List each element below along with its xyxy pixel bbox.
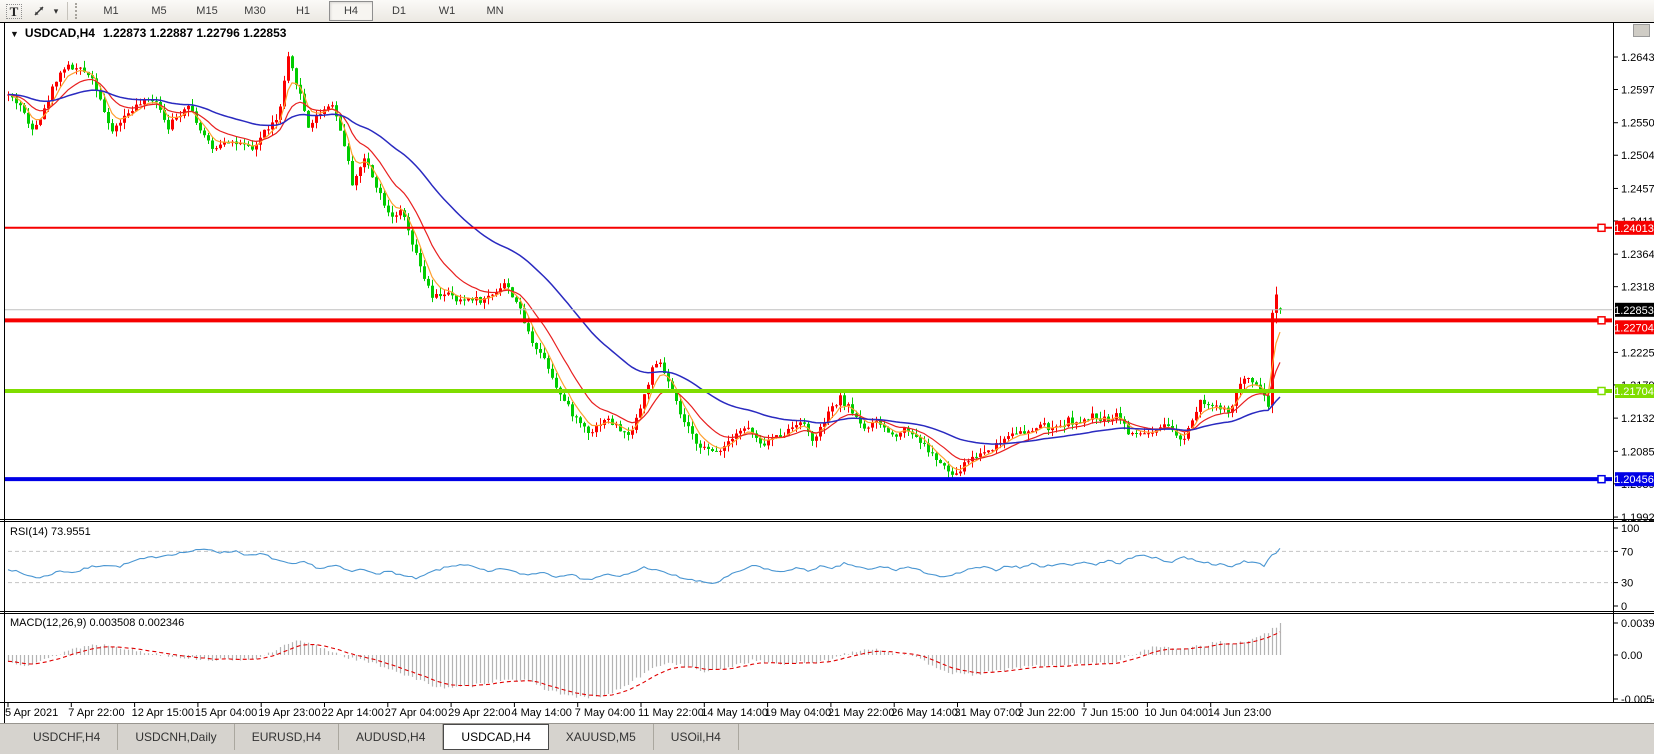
svg-text:12 Apr 15:00: 12 Apr 15:00: [132, 707, 194, 719]
text-tool-icon: T: [6, 4, 23, 19]
symbol-tab-usdcad-h4[interactable]: USDCAD,H4: [443, 724, 548, 750]
svg-text:7 May 04:00: 7 May 04:00: [575, 707, 636, 719]
chart-scroll-button[interactable]: [1633, 24, 1650, 37]
chart-tabs-bar: USDCHF,H4USDCNH,DailyEURUSD,H4AUDUSD,H4U…: [0, 723, 1654, 750]
svg-text:1.25040: 1.25040: [1621, 150, 1654, 162]
svg-text:0: 0: [1621, 601, 1627, 613]
symbol-tab-usdchf-h4[interactable]: USDCHF,H4: [16, 724, 118, 750]
svg-text:1.22250: 1.22250: [1621, 347, 1654, 359]
svg-text:14 Jun 23:00: 14 Jun 23:00: [1208, 707, 1272, 719]
top-toolbar: T ▾ M1M5M15M30H1H4D1W1MN: [0, 0, 1654, 22]
rsi-label: RSI(14) 73.9551: [10, 526, 91, 538]
svg-text:7 Jun 15:00: 7 Jun 15:00: [1081, 707, 1139, 719]
svg-text:1.26430: 1.26430: [1621, 52, 1654, 64]
timeframe-button-m15[interactable]: M15: [185, 1, 229, 21]
svg-text:31 May 07:00: 31 May 07:00: [955, 707, 1022, 719]
svg-text:0.00: 0.00: [1621, 650, 1642, 662]
chart-title: ▼ USDCAD,H4 1.22873 1.22887 1.22796 1.2285…: [10, 26, 286, 40]
svg-text:1.20850: 1.20850: [1621, 446, 1654, 458]
svg-text:22 Apr 14:00: 22 Apr 14:00: [322, 707, 384, 719]
price-axis-label: 1.24013: [1614, 221, 1654, 235]
svg-text:2 Jun 22:00: 2 Jun 22:00: [1018, 707, 1076, 719]
chart-menu-icon[interactable]: ▼: [10, 29, 19, 39]
timeframe-button-h4[interactable]: H4: [329, 1, 373, 21]
chart-symbol-period: USDCAD,H4: [25, 26, 95, 40]
svg-text:14 May 14:00: 14 May 14:00: [701, 707, 768, 719]
svg-text:7 Apr 22:00: 7 Apr 22:00: [68, 707, 124, 719]
toolbar-grip: [75, 3, 81, 19]
svg-text:27 Apr 04:00: 27 Apr 04:00: [385, 707, 447, 719]
svg-text:26 May 14:00: 26 May 14:00: [891, 707, 958, 719]
chart-window[interactable]: 1.264301.259701.255001.250401.245701.241…: [0, 0, 1654, 754]
timeframe-button-m5[interactable]: M5: [137, 1, 181, 21]
svg-text:5 Apr 2021: 5 Apr 2021: [5, 707, 58, 719]
timeframe-button-w1[interactable]: W1: [425, 1, 469, 21]
dropdown-caret-icon[interactable]: ▾: [50, 6, 62, 17]
svg-text:1.22853: 1.22853: [1614, 305, 1654, 317]
svg-text:1.24013: 1.24013: [1614, 223, 1654, 235]
price-axis-label: 1.22853: [1614, 303, 1654, 317]
svg-text:0.003936: 0.003936: [1621, 618, 1654, 630]
price-axis-label: 1.20456: [1614, 472, 1654, 486]
svg-text:1.25500: 1.25500: [1621, 118, 1654, 130]
price-axis-label: 1.21704: [1614, 384, 1654, 398]
symbol-tab-audusd-h4[interactable]: AUDUSD,H4: [339, 724, 443, 750]
timeframe-button-m1[interactable]: M1: [89, 1, 133, 21]
macd-label: MACD(12,26,9) 0.003508 0.002346: [10, 617, 184, 629]
svg-text:19 May 04:00: 19 May 04:00: [765, 707, 832, 719]
timeframe-buttons: M1M5M15M30H1H4D1W1MN: [87, 0, 519, 22]
svg-text:21 May 22:00: 21 May 22:00: [828, 707, 895, 719]
svg-text:29 Apr 22:00: 29 Apr 22:00: [448, 707, 510, 719]
svg-text:15 Apr 04:00: 15 Apr 04:00: [195, 707, 257, 719]
arrows-tool-button[interactable]: [28, 2, 50, 20]
chart-canvas[interactable]: 1.264301.259701.255001.250401.245701.241…: [0, 0, 1654, 754]
timeframe-button-h1[interactable]: H1: [281, 1, 325, 21]
chart-ohlc-values: 1.22873 1.22887 1.22796 1.22853: [103, 26, 287, 40]
svg-text:1.21704: 1.21704: [1614, 386, 1654, 398]
svg-text:1.25970: 1.25970: [1621, 85, 1654, 97]
timeframe-button-m30[interactable]: M30: [233, 1, 277, 21]
svg-text:1.21320: 1.21320: [1621, 413, 1654, 425]
svg-text:1.23640: 1.23640: [1621, 249, 1654, 261]
svg-text:1.22704: 1.22704: [1614, 322, 1654, 334]
toolbar-separator: [67, 2, 68, 20]
symbol-tab-usoil-h4[interactable]: USOil,H4: [654, 724, 739, 750]
svg-text:1.20456: 1.20456: [1614, 474, 1654, 486]
svg-text:-0.00547: -0.00547: [1621, 694, 1654, 706]
svg-text:100: 100: [1621, 523, 1639, 535]
svg-text:19 Apr 23:00: 19 Apr 23:00: [258, 707, 320, 719]
timeframe-button-d1[interactable]: D1: [377, 1, 421, 21]
svg-text:30: 30: [1621, 578, 1633, 590]
svg-text:70: 70: [1621, 546, 1633, 558]
price-axis-label: 1.22704: [1614, 320, 1654, 334]
symbol-tab-usdcnh-daily[interactable]: USDCNH,Daily: [118, 724, 234, 750]
symbol-tab-xauusd-m5[interactable]: XAUUSD,M5: [549, 724, 654, 750]
svg-text:11 May 22:00: 11 May 22:00: [638, 707, 704, 719]
symbol-tab-eurusd-h4[interactable]: EURUSD,H4: [235, 724, 339, 750]
svg-text:4 May 14:00: 4 May 14:00: [511, 707, 572, 719]
timeframe-button-mn[interactable]: MN: [473, 1, 517, 21]
arrows-tool-icon: [32, 4, 46, 18]
svg-text:1.23180: 1.23180: [1621, 282, 1654, 294]
svg-text:10 Jun 04:00: 10 Jun 04:00: [1144, 707, 1208, 719]
svg-text:1.24570: 1.24570: [1621, 183, 1654, 195]
text-tool-button[interactable]: T: [3, 2, 25, 20]
